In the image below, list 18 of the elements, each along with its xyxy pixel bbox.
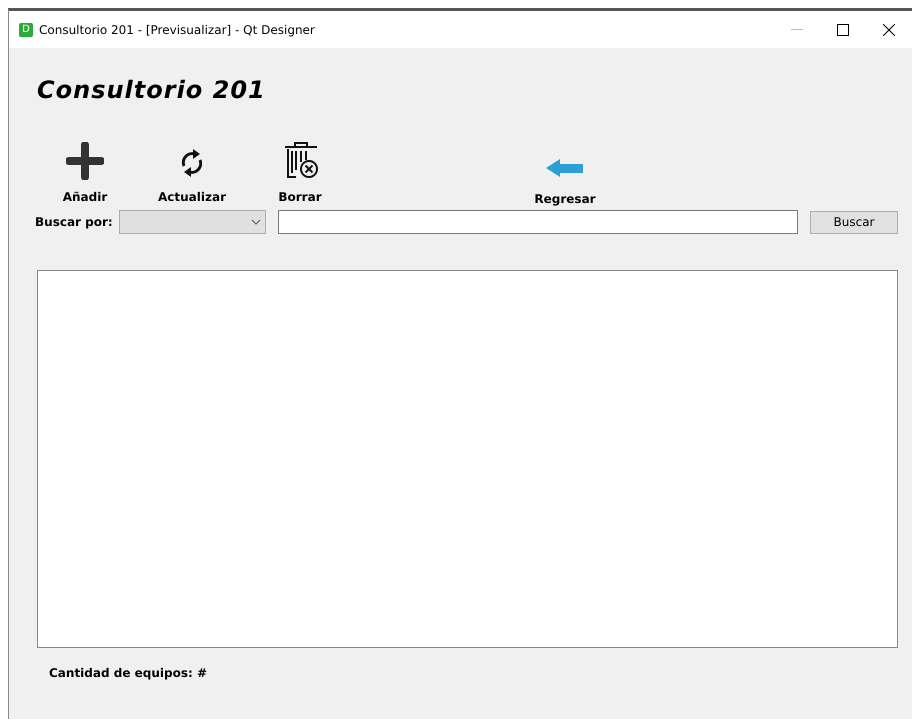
search-field[interactable]: [278, 210, 798, 234]
left-arrow-icon: [546, 158, 584, 178]
equipment-count-value: #: [197, 666, 208, 680]
dropdown-caret-icon: [250, 219, 261, 225]
search-button[interactable]: Buscar: [810, 210, 898, 234]
refresh-button[interactable]: Actualizar: [152, 138, 232, 208]
maximize-icon: [837, 24, 849, 36]
add-button[interactable]: Añadir: [45, 138, 125, 208]
close-icon: [883, 24, 895, 36]
search-by-label: Buscar por:: [35, 214, 113, 231]
delete-button[interactable]: Borrar: [260, 138, 340, 208]
back-button[interactable]: Regresar: [525, 138, 605, 208]
app-icon: D: [19, 22, 33, 36]
app-heading: Consultorio 201: [37, 75, 267, 106]
minimize-icon: [791, 28, 803, 30]
plus-icon: [66, 142, 104, 180]
window-title: Consultorio 201 - [Previsualizar] - Qt Designer: [39, 22, 315, 38]
equipment-count-label: Cantidad de equipos:: [49, 666, 193, 680]
